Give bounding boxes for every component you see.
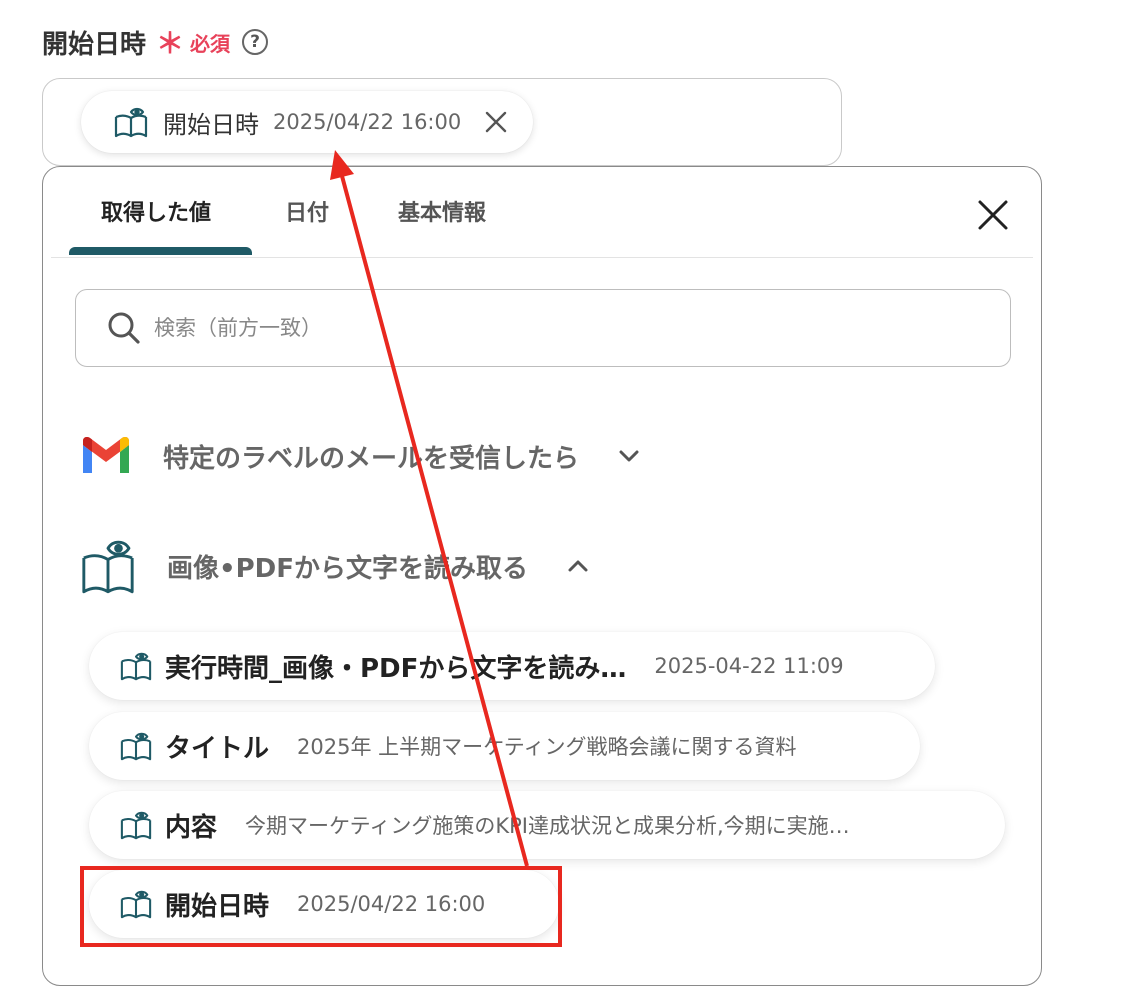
- close-icon[interactable]: [975, 197, 1011, 233]
- chip-close-icon[interactable]: [483, 109, 509, 135]
- help-icon[interactable]: ?: [242, 29, 269, 55]
- list-item[interactable]: タイトル 2025年 上半期マーケティング戦略会議に関する資料: [89, 712, 920, 780]
- required-asterisk: ＊: [156, 27, 185, 60]
- tab-basic-info[interactable]: 基本情報: [398, 195, 486, 227]
- item-name: 内容: [165, 812, 218, 843]
- item-value: 2025年 上半期マーケティング戦略会議に関する資料: [297, 735, 797, 759]
- item-value: 今期マーケティング施策のKPI達成状況と成果分析,今期に実施…: [245, 814, 850, 838]
- ocr-book-icon: [114, 107, 148, 138]
- chevron-down-icon: [619, 450, 639, 462]
- selected-value-chip[interactable]: 開始日時 2025/04/22 16:00: [81, 91, 534, 153]
- field-title: 開始日時: [42, 29, 147, 60]
- search-icon: [108, 312, 140, 344]
- ocr-book-icon: [82, 540, 134, 594]
- tab-date[interactable]: 日付: [285, 195, 329, 227]
- section-label: 特定のラベルのメールを受信したら: [163, 443, 580, 474]
- required-badge: 必須: [190, 31, 231, 56]
- gmail-icon: [83, 437, 129, 473]
- active-tab-indicator: [69, 247, 252, 255]
- list-item[interactable]: 実行時間_画像・PDFから文字を読み… 2025-04-22 11:09: [89, 632, 935, 700]
- item-value: 2025-04-22 11:09: [654, 654, 844, 678]
- chip-name: 開始日時: [163, 110, 259, 139]
- chevron-up-icon: [568, 560, 588, 572]
- ocr-book-icon: [120, 811, 152, 840]
- section-ocr-action[interactable]: 画像•PDFから文字を読み取る: [79, 535, 592, 597]
- search-box[interactable]: [75, 289, 1011, 367]
- annotation-highlight-box: [80, 866, 562, 947]
- section-label: 画像•PDFから文字を読み取る: [167, 553, 529, 584]
- tab-obtained-values[interactable]: 取得した値: [101, 195, 211, 227]
- list-item[interactable]: 内容 今期マーケティング施策のKPI達成状況と成果分析,今期に実施…: [89, 791, 1005, 859]
- search-input[interactable]: [152, 315, 856, 341]
- item-name: タイトル: [165, 733, 270, 764]
- item-name: 実行時間_画像・PDFから文字を読み…: [165, 653, 627, 684]
- value-picker-panel: 取得した値 日付 基本情報 特定のラベルのメールを受信したら: [42, 166, 1042, 986]
- tab-bar: 取得した値 日付 基本情報: [51, 167, 1033, 258]
- chip-value: 2025/04/22 16:00: [273, 110, 462, 134]
- section-gmail-trigger[interactable]: 特定のラベルのメールを受信したら: [79, 435, 643, 477]
- ocr-book-icon: [120, 652, 152, 681]
- value-input-box[interactable]: 開始日時 2025/04/22 16:00: [42, 78, 842, 166]
- ocr-book-icon: [120, 732, 152, 761]
- field-label-row: 開始日時 ＊ 必須 ?: [42, 22, 269, 62]
